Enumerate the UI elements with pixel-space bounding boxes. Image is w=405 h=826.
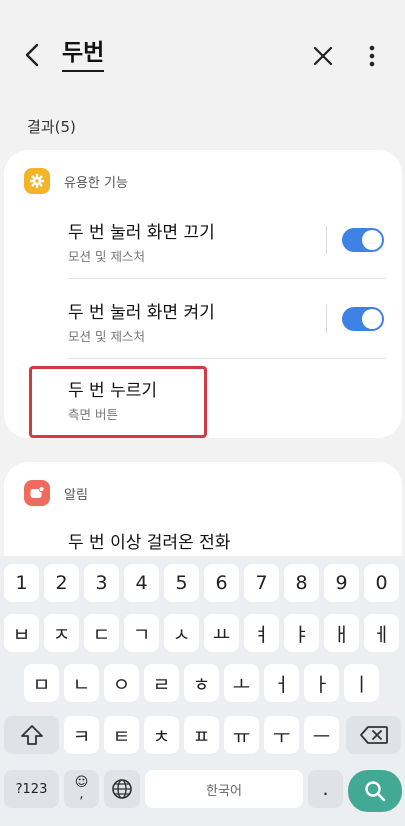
result-subtitle: 모션 및 제스처 bbox=[68, 249, 145, 264]
globe-icon bbox=[112, 779, 132, 799]
key-3[interactable]: 3 bbox=[84, 564, 119, 602]
backspace-icon bbox=[359, 726, 388, 744]
arrow-back-icon bbox=[25, 43, 39, 67]
key-yu[interactable]: ㅠ bbox=[224, 716, 259, 754]
search-header: 두번 bbox=[0, 0, 405, 108]
screen-off-toggle[interactable] bbox=[342, 228, 384, 252]
result-title: 두 번 이상 걸려온 전화 bbox=[68, 533, 231, 553]
key-yo[interactable]: ㅛ bbox=[204, 614, 239, 652]
section-header: 알림 bbox=[24, 480, 88, 506]
key-mieum[interactable]: ㅁ bbox=[24, 664, 59, 702]
more-vert-icon bbox=[369, 45, 375, 67]
search-key[interactable] bbox=[348, 770, 402, 812]
more-options-button[interactable] bbox=[360, 42, 384, 70]
section-title: 유용한 기능 bbox=[64, 175, 128, 191]
search-input[interactable]: 두번 bbox=[62, 38, 105, 72]
key-ae[interactable]: ㅐ bbox=[324, 614, 359, 652]
key-kieuk[interactable]: ㅋ bbox=[64, 716, 99, 754]
clear-search-button[interactable] bbox=[309, 42, 337, 70]
key-i[interactable]: ㅣ bbox=[344, 664, 379, 702]
period-key[interactable]: . bbox=[308, 770, 343, 808]
key-eo[interactable]: ㅓ bbox=[264, 664, 299, 702]
symbols-key[interactable]: ?123 bbox=[4, 770, 59, 808]
section-card-useful-features: 유용한 기능 두 번 눌러 화면 끄기 모션 및 제스처 두 번 눌러 화면 켜… bbox=[4, 150, 402, 438]
key-e[interactable]: ㅔ bbox=[364, 614, 399, 652]
key-eu[interactable]: ㅡ bbox=[304, 716, 339, 754]
key-5[interactable]: 5 bbox=[164, 564, 199, 602]
result-subtitle: 측면 버튼 bbox=[68, 407, 118, 422]
section-header: 유용한 기능 bbox=[24, 168, 128, 194]
search-icon bbox=[365, 781, 386, 802]
key-jieut[interactable]: ㅈ bbox=[44, 614, 79, 652]
key-0[interactable]: 0 bbox=[364, 564, 399, 602]
result-title: 두 번 눌러 화면 끄기 bbox=[68, 223, 215, 243]
backspace-key[interactable] bbox=[346, 716, 401, 754]
section-title: 알림 bbox=[64, 487, 88, 503]
result-title: 두 번 눌러 화면 켜기 bbox=[68, 303, 215, 323]
divider bbox=[68, 278, 386, 279]
key-yeo[interactable]: ㅕ bbox=[244, 614, 279, 652]
key-chieut[interactable]: ㅊ bbox=[144, 716, 179, 754]
language-key[interactable] bbox=[104, 770, 140, 808]
key-8[interactable]: 8 bbox=[284, 564, 319, 602]
key-hieut[interactable]: ㅎ bbox=[184, 664, 219, 702]
key-7[interactable]: 7 bbox=[244, 564, 279, 602]
result-subtitle: 모션 및 제스처 bbox=[68, 329, 145, 344]
key-2[interactable]: 2 bbox=[44, 564, 79, 602]
results-count: 결과(5) bbox=[27, 118, 76, 136]
key-6[interactable]: 6 bbox=[204, 564, 239, 602]
key-tieut[interactable]: ㅌ bbox=[104, 716, 139, 754]
key-rieul[interactable]: ㄹ bbox=[144, 664, 179, 702]
space-key[interactable]: 한국어 bbox=[145, 770, 303, 808]
key-a[interactable]: ㅏ bbox=[304, 664, 339, 702]
divider bbox=[326, 226, 327, 254]
keyboard: 1 2 3 4 5 6 7 8 9 0 ㅂ ㅈ ㄷ ㄱ ㅅ ㅛ ㅕ ㅑ ㅐ ㅔ … bbox=[0, 556, 405, 826]
shift-icon bbox=[20, 725, 43, 745]
back-button[interactable] bbox=[16, 38, 48, 72]
gear-icon bbox=[24, 168, 50, 194]
key-siot[interactable]: ㅅ bbox=[164, 614, 199, 652]
key-4[interactable]: 4 bbox=[124, 564, 159, 602]
key-9[interactable]: 9 bbox=[324, 564, 359, 602]
result-title: 두 번 누르기 bbox=[68, 381, 158, 401]
screen-on-toggle[interactable] bbox=[342, 307, 384, 331]
key-o[interactable]: ㅗ bbox=[224, 664, 259, 702]
key-bieup[interactable]: ㅂ bbox=[4, 614, 39, 652]
key-giyeok[interactable]: ㄱ bbox=[124, 614, 159, 652]
divider bbox=[68, 358, 386, 359]
emoji-comma-key[interactable]: ☺ , bbox=[64, 770, 99, 808]
shift-key[interactable] bbox=[4, 716, 59, 754]
key-ya[interactable]: ㅑ bbox=[284, 614, 319, 652]
result-item-double-press[interactable]: 두 번 누르기 측면 버튼 bbox=[4, 368, 402, 436]
comma-label: , bbox=[79, 787, 84, 802]
divider bbox=[326, 305, 327, 333]
close-icon bbox=[313, 46, 333, 66]
key-u[interactable]: ㅜ bbox=[264, 716, 299, 754]
result-item-double-tap-screen-on[interactable]: 두 번 눌러 화면 켜기 모션 및 제스처 bbox=[4, 290, 402, 360]
result-item-double-tap-screen-off[interactable]: 두 번 눌러 화면 끄기 모션 및 제스처 bbox=[4, 210, 402, 282]
key-digeut[interactable]: ㄷ bbox=[84, 614, 119, 652]
key-1[interactable]: 1 bbox=[4, 564, 39, 602]
key-pieup[interactable]: ㅍ bbox=[184, 716, 219, 754]
notification-icon bbox=[24, 480, 50, 506]
key-ieung[interactable]: ㅇ bbox=[104, 664, 139, 702]
key-nieun[interactable]: ㄴ bbox=[64, 664, 99, 702]
